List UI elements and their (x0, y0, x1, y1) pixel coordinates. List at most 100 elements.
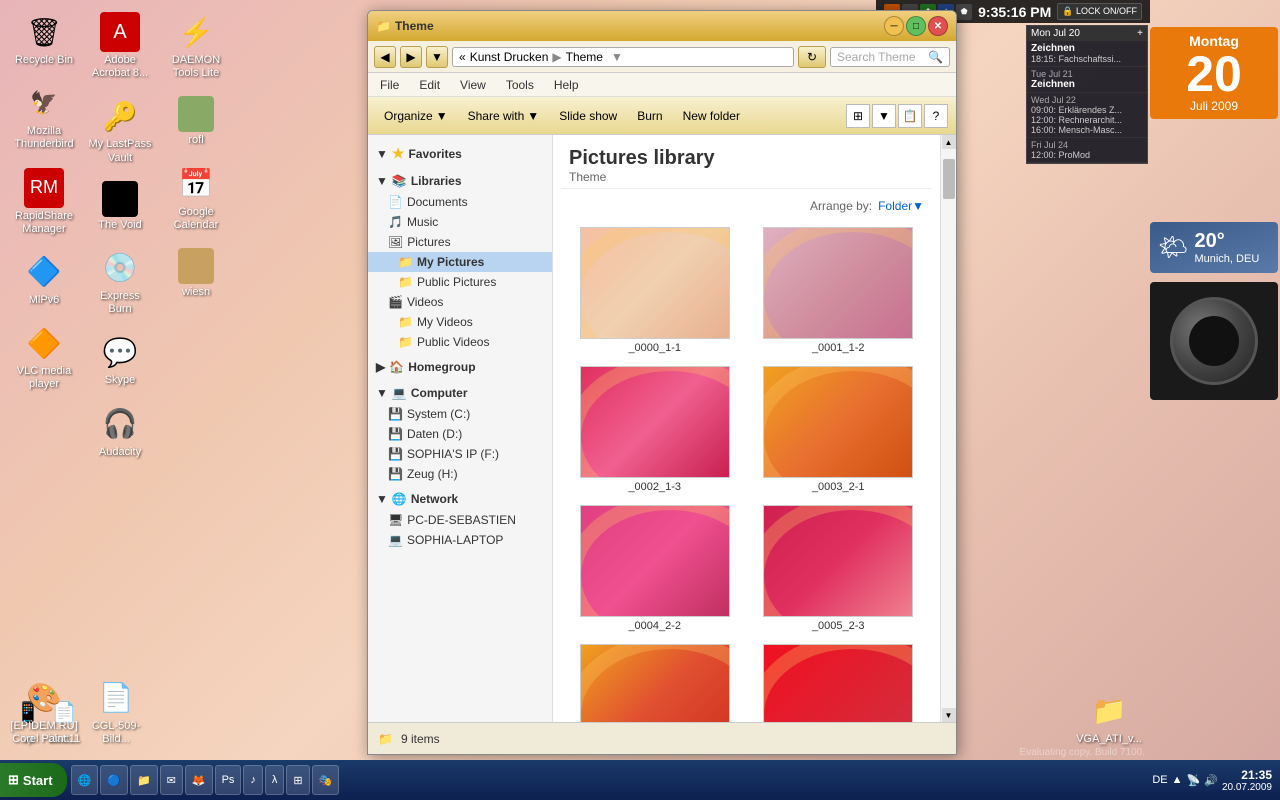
sidebar-music[interactable]: 🎵 Music (368, 212, 552, 232)
sidebar-daten-d[interactable]: 💾 Daten (D:) (368, 424, 552, 444)
desktop-icon-rofl[interactable]: rofl (160, 92, 232, 151)
sidebar-my-videos[interactable]: 📁 My Videos (368, 312, 552, 332)
desktop-icon-epidem[interactable]: 🎨 [EPIDEM.RU] Corel Paint... (8, 674, 80, 750)
schedule-plus[interactable]: + (1137, 28, 1143, 39)
taskbar-app2[interactable]: ⊞ (286, 765, 309, 795)
thumb-inner-7 (764, 645, 912, 722)
taskbar-app3[interactable]: 🎭 (312, 765, 340, 795)
breadcrumb-part1[interactable]: Kunst Drucken (470, 50, 549, 64)
sidebar-my-pictures[interactable]: 📁 My Pictures (368, 252, 552, 272)
libraries-header[interactable]: ▼ 📚 Libraries (368, 170, 552, 192)
desktop-icon-adobe[interactable]: A Adobe Acrobat 8... (84, 8, 156, 84)
desktop-icon-recycle-bin[interactable]: 🗑 Recycle Bin (8, 8, 80, 71)
network-label: Network (411, 492, 458, 506)
scroll-up-button[interactable]: ▲ (942, 135, 956, 149)
windows-logo: ⊞ (8, 772, 19, 788)
new-folder-button[interactable]: New folder (675, 106, 748, 126)
image-item-6[interactable]: _0006_3-1 (569, 644, 741, 722)
refresh-button[interactable]: ↻ (798, 46, 826, 68)
sidebar-public-pictures[interactable]: 📁 Public Pictures (368, 272, 552, 292)
taskbar-ie[interactable]: 🌐 (71, 765, 99, 795)
image-item-1[interactable]: _0001_1-2 (753, 227, 925, 354)
weather-city: Munich, DEU (1194, 253, 1259, 265)
desktop-icon-expressburn[interactable]: 💿 Express Burn (84, 244, 156, 320)
taskbar-ie2[interactable]: 🔵 (100, 765, 128, 795)
image-item-4[interactable]: _0004_2-2 (569, 505, 741, 632)
desktop-icon-audacity[interactable]: 🎧 Audacity (84, 400, 156, 463)
taskbar-photoshop[interactable]: Ps (215, 765, 242, 795)
desktop-icon-daemon[interactable]: ⚡ DAEMON Tools Lite (160, 8, 232, 84)
image-item-0[interactable]: _0000_1-1 (569, 227, 741, 354)
maximize-button[interactable]: □ (906, 16, 926, 36)
lock-button[interactable]: 🔒 LOCK ON/OFF (1057, 3, 1142, 20)
sidebar-sophia-laptop[interactable]: 💻 SOPHIA-LAPTOP (368, 530, 552, 550)
taskbar-firefox[interactable]: 🦊 (185, 765, 213, 795)
breadcrumb-dropdown[interactable]: ▼ (611, 50, 623, 64)
desktop-icon-cgl509[interactable]: 📄 CGL-509-Bild... (80, 674, 152, 750)
scroll-down-button[interactable]: ▼ (942, 708, 956, 722)
menu-help[interactable]: Help (550, 77, 583, 93)
slideshow-button[interactable]: Slide show (551, 106, 625, 126)
taskbar-mail[interactable]: ✉ (160, 765, 183, 795)
close-button[interactable]: ✕ (928, 16, 948, 36)
dropdown-button[interactable]: ▼ (426, 46, 448, 68)
image-item-7[interactable]: _0007_3-2 (753, 644, 925, 722)
sidebar-sophias-f[interactable]: 💾 SOPHIA'S IP (F:) (368, 444, 552, 464)
sidebar-pictures[interactable]: 🖼 Pictures (368, 232, 552, 252)
share-with-button[interactable]: Share with ▼ (460, 106, 548, 126)
taskbar-app1[interactable]: λ (265, 765, 285, 795)
menu-file[interactable]: File (376, 77, 403, 93)
sidebar-public-videos[interactable]: 📁 Public Videos (368, 332, 552, 352)
network-header[interactable]: ▼ 🌐 Network (368, 488, 552, 510)
minimize-button[interactable]: ─ (884, 16, 904, 36)
burn-button[interactable]: Burn (629, 106, 670, 126)
back-button[interactable]: ◀ (374, 46, 396, 68)
sidebar-zeug-h[interactable]: 💾 Zeug (H:) (368, 464, 552, 484)
sidebar-videos[interactable]: 🎬 Videos (368, 292, 552, 312)
breadcrumb-part2[interactable]: Theme (566, 50, 603, 64)
image-item-5[interactable]: _0005_2-3 (753, 505, 925, 632)
address-path[interactable]: « Kunst Drucken ▶ Theme ▼ (452, 47, 794, 67)
sidebar-pc-sebastien[interactable]: 🖥 PC-DE-SEBASTIEN (368, 510, 552, 530)
scrollbar[interactable]: ▲ ▼ (940, 135, 956, 722)
image-item-3[interactable]: _0003_2-1 (753, 366, 925, 493)
desktop-icon-thunderbird[interactable]: 🦅 Mozilla Thunderbird (8, 79, 80, 155)
desktop-icon-rapidshare[interactable]: RM RapidShare Manager (8, 164, 80, 240)
desktop-icon-vlc[interactable]: 🔶 VLC media player (8, 319, 80, 395)
taskbar-explorer-quick[interactable]: 📁 (130, 765, 158, 795)
desktop-icon-vga[interactable]: 📁 VGA_ATI_v... (1073, 687, 1145, 750)
thevoid-icon (102, 181, 138, 217)
organize-label: Organize (384, 109, 433, 123)
start-button[interactable]: ⊞ Start (0, 763, 67, 797)
sidebar-documents[interactable]: 📄 Documents (368, 192, 552, 212)
help-button[interactable]: ? (924, 104, 948, 128)
details-pane-button[interactable]: 📋 (898, 104, 922, 128)
scroll-thumb[interactable] (943, 159, 955, 199)
desktop-icon-skype[interactable]: 💬 Skype (84, 328, 156, 391)
view-dropdown-button[interactable]: ▼ (872, 104, 896, 128)
menu-view[interactable]: View (456, 77, 490, 93)
arrange-value[interactable]: Folder (878, 199, 912, 213)
taskbar-music2[interactable]: ♪ (243, 765, 263, 795)
sidebar-system-c[interactable]: 💾 System (C:) (368, 404, 552, 424)
schedule-title-0: Zeichnen (1031, 43, 1143, 54)
desktop-icon-mlp6[interactable]: 🔷 MlPv6 (8, 248, 80, 311)
forward-button[interactable]: ▶ (400, 46, 422, 68)
library-title: Pictures library (569, 147, 924, 170)
menu-bar: File Edit View Tools Help (368, 73, 956, 97)
view-icon-button[interactable]: ⊞ (846, 104, 870, 128)
menu-tools[interactable]: Tools (502, 77, 538, 93)
favorites-header[interactable]: ▼ ★ Favorites (368, 141, 552, 166)
image-item-2[interactable]: _0002_1-3 (569, 366, 741, 493)
desktop-icon-googlecal[interactable]: 📅 Google Calendar (160, 160, 232, 236)
organize-button[interactable]: Organize ▼ (376, 106, 456, 126)
image-thumb-3 (763, 366, 913, 478)
computer-header[interactable]: ▼ 💻 Computer (368, 382, 552, 404)
search-box[interactable]: Search Theme 🔍 (830, 47, 950, 67)
desktop-icon-wiesn[interactable]: wiesn (160, 244, 232, 303)
homegroup-header[interactable]: ▶ 🏠 Homegroup (368, 356, 552, 378)
menu-edit[interactable]: Edit (415, 77, 444, 93)
lastpass-icon: 🔑 (100, 96, 140, 136)
desktop-icon-lastpass[interactable]: 🔑 My LastPass Vault (84, 92, 156, 168)
desktop-icon-thevoid[interactable]: The Void (84, 177, 156, 236)
